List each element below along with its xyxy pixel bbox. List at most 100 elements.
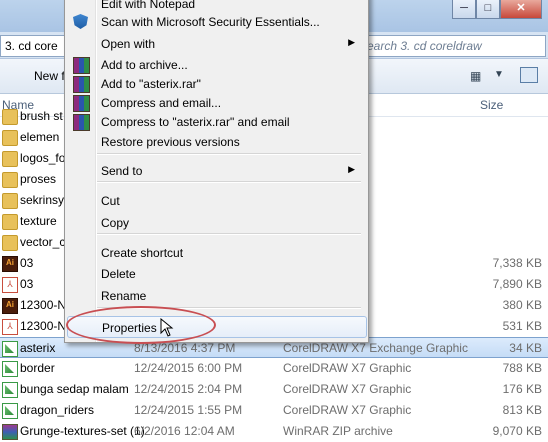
file-name: Grunge-textures-set (1) [20, 424, 145, 438]
file-date: 12/24/2015 6:00 PM [134, 361, 243, 375]
file-date: 12/24/2015 2:04 PM [134, 382, 243, 396]
winrar-icon [73, 95, 90, 112]
file-type: CorelDRAW X7 Graphic [283, 382, 412, 396]
menu-item-label: Create shortcut [101, 246, 184, 260]
search-placeholder: earch 3. cd coreldraw [367, 39, 482, 53]
file-size: 7,338 KB [492, 256, 542, 270]
rar-file-icon [2, 424, 18, 440]
winrar-icon [73, 114, 90, 131]
mouse-cursor-icon [160, 318, 174, 337]
file-size: 531 KB [502, 319, 542, 333]
file-size: 176 KB [502, 382, 542, 396]
file-type: WinRAR ZIP archive [283, 424, 393, 438]
file-name: proses [20, 172, 57, 186]
menu-item-open-with[interactable]: Open with ▶ [67, 33, 365, 55]
search-input[interactable]: earch 3. cd coreldraw [360, 35, 546, 57]
menu-item-scan-with-microsoft-security-essentials[interactable]: Scan with Microsoft Security Essentials.… [67, 11, 365, 33]
cdr-file-icon [2, 403, 18, 419]
menu-item-label: Restore previous versions [101, 135, 240, 149]
folder-file-icon [2, 214, 18, 230]
file-type: CorelDRAW X7 Exchange Graphic [283, 341, 468, 355]
file-date: 6/2/2016 12:04 AM [134, 424, 235, 438]
file-name: border [20, 361, 55, 375]
highlight-annotation [66, 306, 216, 344]
file-name: brush st [20, 109, 63, 123]
file-row[interactable]: dragon_riders 12/24/2015 1:55 PM CorelDRAW… [0, 400, 548, 421]
folder-file-icon [2, 172, 18, 188]
file-type: CorelDRAW X7 Graphic [283, 361, 412, 375]
menu-item-label: Delete [101, 267, 136, 281]
menu-item-restore-previous-versions[interactable]: Restore previous versions [67, 131, 365, 153]
view-options-icon[interactable]: ▦ [470, 69, 481, 83]
file-size: 788 KB [502, 361, 542, 375]
address-path: 3. cd core [5, 39, 58, 53]
preview-pane-icon[interactable] [520, 67, 538, 83]
file-name: bunga sedap malam [20, 382, 129, 396]
menu-item-label: Rename [101, 289, 147, 303]
file-size: 34 KB [509, 341, 542, 355]
file-name: asterix [20, 341, 56, 355]
cdr-file-icon [2, 341, 18, 357]
winrar-icon [73, 57, 90, 74]
maximize-button[interactable]: □ [476, 0, 500, 19]
menu-item-label: Edit with Notepad [101, 0, 196, 11]
folder-file-icon [2, 130, 18, 146]
file-size: 380 KB [502, 298, 542, 312]
menu-item-label: Cut [101, 194, 120, 208]
context-menu: Edit with Notepad Scan with Microsoft Sec… [64, 0, 369, 343]
ai-file-icon: Ai [2, 298, 18, 314]
file-name: logos_fo [20, 151, 66, 165]
menu-item-create-shortcut[interactable]: Create shortcut [67, 242, 365, 264]
menu-item-cut[interactable]: Cut [67, 190, 365, 212]
file-row[interactable]: bunga sedap malam 12/24/2015 2:04 PM Corel… [0, 379, 548, 400]
menu-item-send-to[interactable]: Send to ▶ [67, 160, 365, 182]
close-button[interactable]: ✕ [500, 0, 542, 19]
window-controls: ─ □ ✕ [452, 0, 542, 19]
minimize-button[interactable]: ─ [452, 0, 476, 19]
file-size: 9,070 KB [492, 424, 542, 438]
file-size: 7,890 KB [492, 277, 542, 291]
folder-file-icon [2, 193, 18, 209]
file-row[interactable]: border 12/24/2015 6:00 PM CorelDRAW X7 Gra… [0, 358, 548, 379]
menu-separator [97, 233, 361, 235]
view-dropdown-caret[interactable]: ▼ [494, 69, 504, 80]
file-date: 12/24/2015 1:55 PM [134, 403, 243, 417]
cdr-file-icon [2, 361, 18, 377]
pdf-file-icon: ⅄ [2, 277, 18, 293]
menu-item-label: Scan with Microsoft Security Essentials.… [101, 15, 320, 29]
menu-item-label: Open with [101, 37, 156, 51]
shield-icon [73, 14, 88, 29]
menu-item-compress-to-asterix-rar-and-email[interactable]: Compress to "asterix.rar" and email [67, 111, 365, 133]
menu-separator [97, 153, 361, 155]
menu-item-label: Add to "asterix.rar" [101, 77, 201, 91]
folder-file-icon [2, 109, 18, 125]
menu-item-copy[interactable]: Copy [67, 212, 365, 234]
winrar-icon [73, 76, 90, 93]
file-name: 03 [20, 256, 34, 270]
file-name: texture [20, 214, 57, 228]
new-folder-button[interactable]: New f [34, 69, 65, 83]
file-name: dragon_riders [20, 403, 95, 417]
menu-item-label: Copy [101, 216, 130, 230]
file-name: 03 [20, 277, 34, 291]
file-name: vector_c [20, 235, 66, 249]
menu-item-label: Send to [101, 164, 143, 178]
file-name: elemen [20, 130, 60, 144]
pdf-file-icon: ⅄ [2, 319, 18, 335]
submenu-arrow-icon: ▶ [348, 164, 355, 174]
file-type: CorelDRAW X7 Graphic [283, 403, 412, 417]
folder-file-icon [2, 235, 18, 251]
menu-item-label: Compress and email... [101, 96, 222, 110]
file-name: 12300-N [20, 298, 67, 312]
menu-item-label: Add to archive... [101, 58, 188, 72]
menu-separator [97, 181, 361, 183]
menu-item-delete[interactable]: Delete [67, 263, 365, 285]
cdr-file-icon [2, 382, 18, 398]
file-size: 813 KB [502, 403, 542, 417]
folder-file-icon [2, 151, 18, 167]
menu-item-label: Compress to "asterix.rar" and email [101, 115, 290, 129]
ai-file-icon: Ai [2, 256, 18, 272]
menu-item-rename[interactable]: Rename [67, 285, 365, 307]
submenu-arrow-icon: ▶ [348, 37, 355, 47]
file-name: 12300-N [20, 319, 67, 333]
